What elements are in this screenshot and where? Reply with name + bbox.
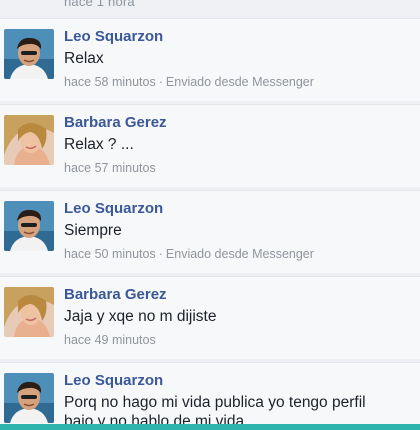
comment-time-link[interactable]: hace 50 minutos xyxy=(64,247,156,261)
comment-time-link[interactable]: hace 58 minutos xyxy=(64,75,156,89)
comment-meta: hace 57 minutos xyxy=(64,161,156,175)
sent-from-messenger-label: Enviado desde Messenger xyxy=(165,75,314,89)
comment-author-link[interactable]: Leo Squarzon xyxy=(64,200,163,217)
comment-time-link[interactable]: hace 57 minutos xyxy=(64,161,156,175)
comment-item: Barbara Gerez Relax ? ... hace 57 minuto… xyxy=(0,104,420,187)
comment-time-cut: hace 1 hora xyxy=(64,0,135,9)
meta-separator: · xyxy=(158,75,163,89)
avatar-leo[interactable] xyxy=(4,29,54,79)
comment-text: Siempre xyxy=(64,222,122,239)
comment-text: Relax xyxy=(64,50,104,67)
sent-from-messenger-label: Enviado desde Messenger xyxy=(165,247,314,261)
comment-text: Porq no hago mi vida publica yo tengo pe… xyxy=(64,394,366,411)
comment-author-link[interactable]: Barbara Gerez xyxy=(64,286,167,303)
comment-author-link[interactable]: Barbara Gerez xyxy=(64,114,167,131)
avatar-leo[interactable] xyxy=(4,201,54,251)
avatar-barbara[interactable] xyxy=(4,287,54,337)
comment-item: Leo Squarzon Relax hace 58 minutos · Envia… xyxy=(0,18,420,101)
avatar-barbara[interactable] xyxy=(4,115,54,165)
comment-item: Leo Squarzon Siempre hace 50 minutos · Env… xyxy=(0,190,420,273)
comment-text: Relax ? ... xyxy=(64,136,134,153)
comment-item: Leo Squarzon Porq no hago mi vida public… xyxy=(0,362,420,430)
comment-item: Barbara Gerez Jaja y xqe no m dijiste ha… xyxy=(0,276,420,359)
avatar-leo[interactable] xyxy=(4,373,54,423)
comment-meta: hace 50 minutos · Enviado desde Messenger xyxy=(64,247,314,261)
comment-author-link[interactable]: Leo Squarzon xyxy=(64,372,163,389)
comment-author-link[interactable]: Leo Squarzon xyxy=(64,28,163,45)
bottom-accent-bar xyxy=(0,424,420,430)
comment-meta: hace 58 minutos · Enviado desde Messenger xyxy=(64,75,314,89)
meta-separator: · xyxy=(158,247,163,261)
comment-time-link[interactable]: hace 49 minutos xyxy=(64,333,156,347)
comment-text: Jaja y xqe no m dijiste xyxy=(64,308,217,325)
comment-thread: hace 1 hora Leo Squarzon Relax hace 58 m… xyxy=(0,0,420,430)
comment-meta: hace 49 minutos xyxy=(64,333,156,347)
